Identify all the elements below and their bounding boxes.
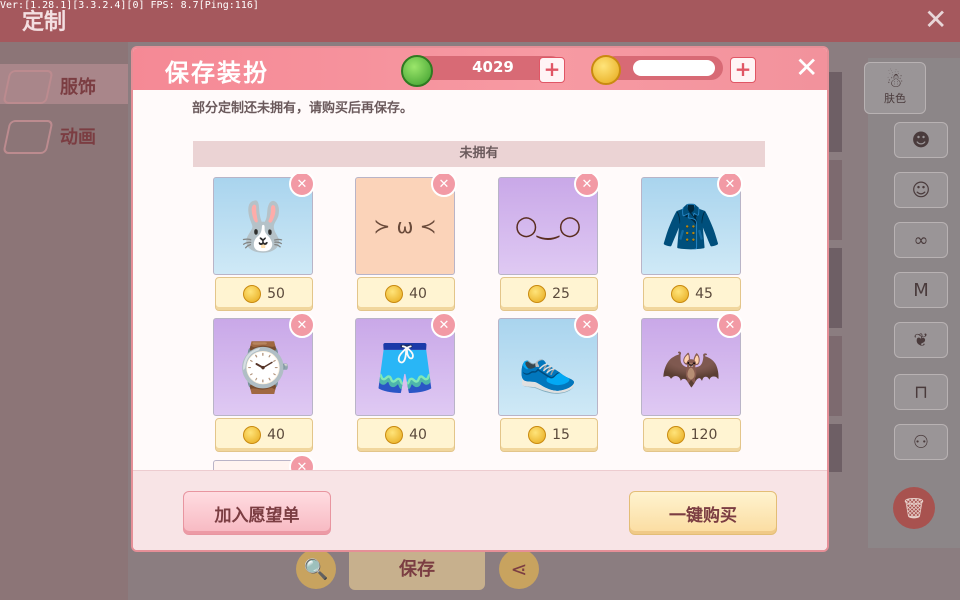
item-card[interactable]: ≻ ω ≺ ✕ 40 — [355, 174, 457, 313]
category-mask[interactable]: ∞ — [894, 222, 948, 258]
debug-overlay: Ver:[1.28.1][3.3.2.4][0] FPS: 8.7[Ping:1… — [0, 0, 259, 11]
skin-color-icon: ☃ — [886, 68, 904, 92]
item-card[interactable]: 🦇 ✕ 120 — [641, 312, 743, 454]
coin-icon — [528, 426, 547, 444]
coin-icon — [666, 426, 685, 444]
add-gems-button[interactable]: + — [539, 57, 565, 83]
trash-icon: 🗑 — [901, 496, 927, 520]
dialog-header: 保存装扮 4029 + + ✕ — [133, 48, 827, 90]
item-price: 25 — [500, 277, 598, 311]
item-price: 120 — [643, 418, 741, 452]
preview-strip — [828, 160, 842, 240]
price-value: 50 — [267, 286, 285, 302]
remove-item-button[interactable]: ✕ — [289, 312, 315, 338]
item-price: 15 — [500, 418, 598, 452]
item-card[interactable]: 🐰 ✕ 50 — [213, 174, 315, 313]
coin-icon — [385, 426, 404, 444]
notice-text: 部分定制还未拥有，请购买后再保存。 — [192, 101, 414, 116]
coin-icon — [243, 426, 262, 444]
item-card[interactable]: ⌚ ✕ 40 — [213, 312, 315, 454]
item-price: 50 — [215, 277, 313, 311]
dialog-footer: 加入愿望单 一键购买 — [133, 470, 827, 550]
trash-button[interactable]: 🗑 — [893, 487, 935, 529]
price-value: 25 — [552, 286, 570, 302]
hair-icon: ❦ — [913, 329, 929, 351]
remove-item-button[interactable]: ✕ — [717, 312, 743, 338]
tab-clothing-label: 服饰 — [60, 77, 96, 98]
coin-icon — [528, 285, 547, 303]
category-face[interactable]: ☻ — [894, 122, 948, 158]
item-card[interactable]: 🧥 ✕ 45 — [641, 174, 743, 313]
coin-icon — [385, 285, 404, 303]
pants-icon: ⊓ — [913, 381, 929, 403]
face-icon: ☻ — [911, 129, 931, 151]
category-hair[interactable]: ❦ — [894, 322, 948, 358]
category-skin-color[interactable]: ☃ 肤色 — [864, 62, 926, 114]
mask-icon: ∞ — [913, 229, 929, 251]
clothing-icon — [2, 70, 54, 104]
remove-item-button[interactable]: ✕ — [289, 454, 315, 470]
item-card[interactable]: 👟 ✕ 15 — [498, 312, 600, 454]
tab-animation[interactable]: 动画 — [0, 114, 128, 154]
category-skin-label: 肤色 — [884, 92, 906, 105]
section-header-unowned: 未拥有 — [193, 141, 765, 167]
magnifier-icon: 🔍 — [303, 557, 329, 581]
shoes-icon: ⚇ — [912, 431, 930, 453]
gem-icon — [401, 55, 433, 87]
category-shirt[interactable]: M — [894, 272, 948, 308]
item-card[interactable]: 🩳 ✕ 40 — [355, 312, 457, 454]
coin-icon — [671, 285, 690, 303]
save-outfit-dialog: 保存装扮 4029 + + ✕ 部分定制还未拥有，请购买后再保存。 未拥有 🐰 … — [133, 48, 827, 550]
tab-clothing[interactable]: 服饰 — [0, 64, 128, 104]
price-value: 120 — [690, 427, 718, 443]
share-icon: ⋖ — [510, 557, 528, 581]
price-value: 40 — [409, 286, 427, 302]
price-value: 40 — [409, 427, 427, 443]
coin-amount-redacted — [633, 60, 715, 76]
save-button[interactable]: 保存 — [349, 546, 485, 590]
coin-icon — [591, 55, 621, 85]
category-pants[interactable]: ⊓ — [894, 374, 948, 410]
item-price: 40 — [357, 418, 455, 452]
remove-item-button[interactable]: ✕ — [431, 312, 457, 338]
share-button[interactable]: ⋖ — [499, 549, 539, 589]
add-coins-button[interactable]: + — [730, 57, 756, 83]
category-makeup[interactable]: ☺ — [894, 172, 948, 208]
coin-icon — [243, 285, 262, 303]
category-shoes[interactable]: ⚇ — [894, 424, 948, 460]
item-price: 40 — [357, 277, 455, 311]
face-makeup-icon: ☺ — [911, 179, 931, 201]
price-value: 15 — [552, 427, 570, 443]
item-card[interactable]: ○‿○ ✕ 25 — [498, 174, 600, 313]
screen-close-button[interactable]: ✕ — [924, 6, 947, 34]
shirt-icon: M — [913, 279, 929, 301]
add-to-wishlist-button[interactable]: 加入愿望单 — [183, 491, 331, 535]
animation-icon — [2, 120, 54, 154]
item-card[interactable]: ✕ — [213, 454, 315, 470]
tab-animation-label: 动画 — [60, 127, 96, 148]
item-price: 45 — [643, 277, 741, 311]
buy-all-button[interactable]: 一键购买 — [629, 491, 777, 535]
item-price: 40 — [215, 418, 313, 452]
zoom-button[interactable]: 🔍 — [296, 549, 336, 589]
preview-strip — [828, 336, 842, 416]
price-value: 40 — [267, 427, 285, 443]
dialog-close-button[interactable]: ✕ — [795, 54, 818, 82]
item-grid: 🐰 ✕ 50 ≻ ω ≺ ✕ 40 ○‿○ ✕ 25 🧥 ✕ 45 ⌚ ✕ 40… — [133, 174, 827, 470]
preview-strip — [828, 248, 842, 328]
dialog-title: 保存装扮 — [165, 59, 269, 87]
preview-strip — [828, 72, 842, 152]
price-value: 45 — [695, 286, 713, 302]
preview-strip — [828, 424, 842, 472]
remove-item-button[interactable]: ✕ — [574, 312, 600, 338]
gem-amount: 4029 — [472, 58, 514, 76]
